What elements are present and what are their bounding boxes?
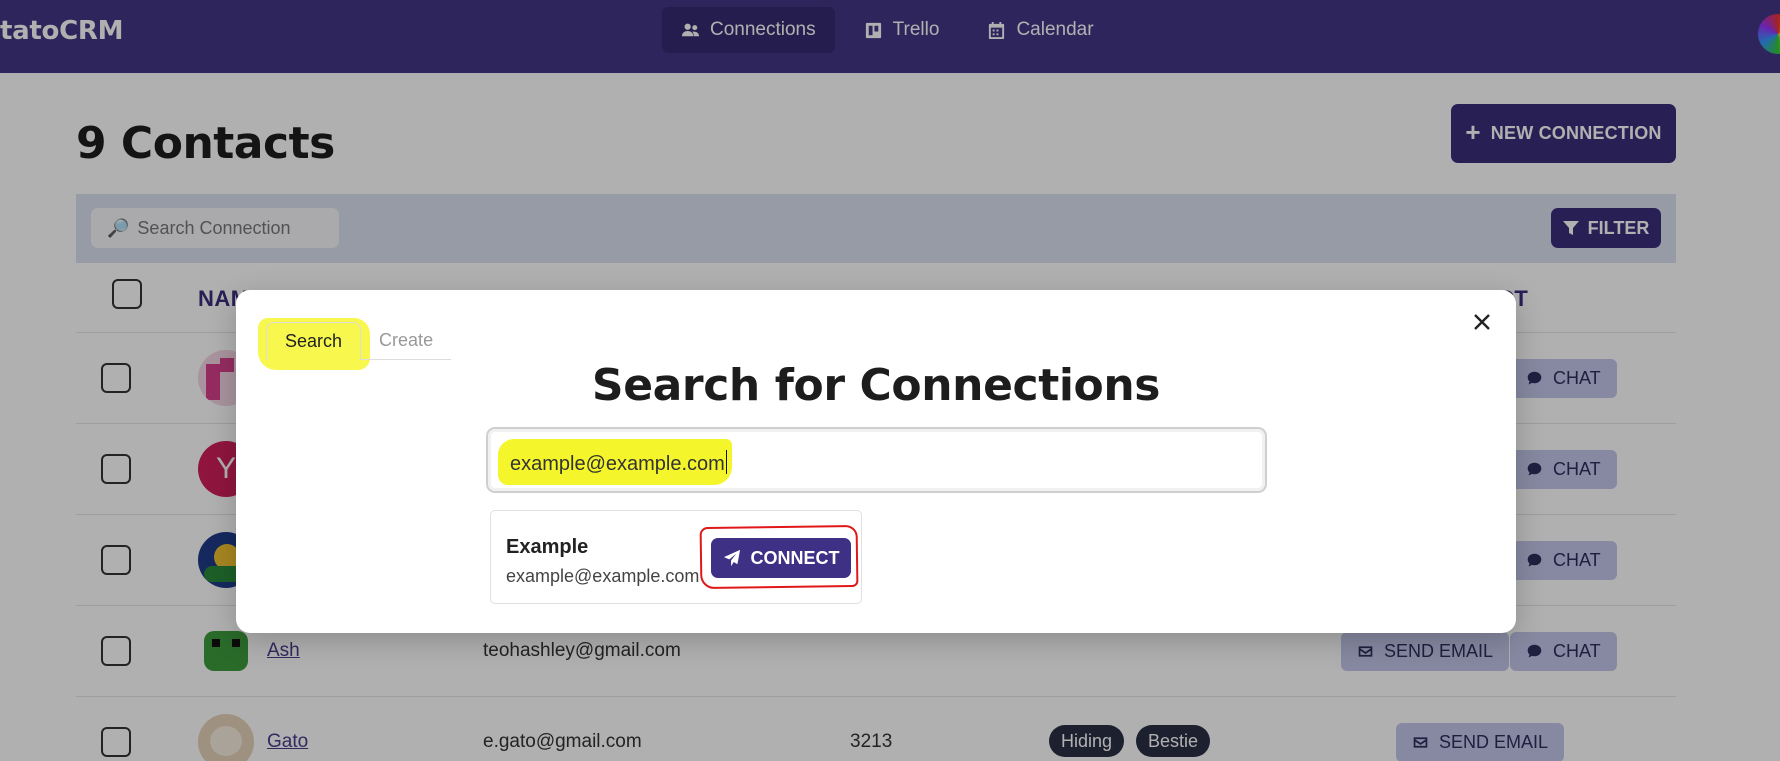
annotation-circle (699, 524, 859, 590)
modal-tabs: Search Create (266, 322, 452, 360)
result-email: example@example.com (506, 566, 700, 586)
search-connections-modal: Search Create Search for Connections exa… (236, 290, 1516, 633)
text-caret (725, 450, 727, 474)
search-input-text: example@example.com (510, 453, 725, 475)
tab-create[interactable]: Create (361, 322, 452, 360)
close-icon (1474, 314, 1490, 330)
search-input-value: example@example.com (510, 450, 727, 476)
close-modal-button[interactable] (1468, 308, 1496, 336)
modal-title: Search for Connections (591, 360, 1161, 411)
tab-search[interactable]: Search (266, 322, 362, 360)
result-name: Example (506, 536, 589, 558)
